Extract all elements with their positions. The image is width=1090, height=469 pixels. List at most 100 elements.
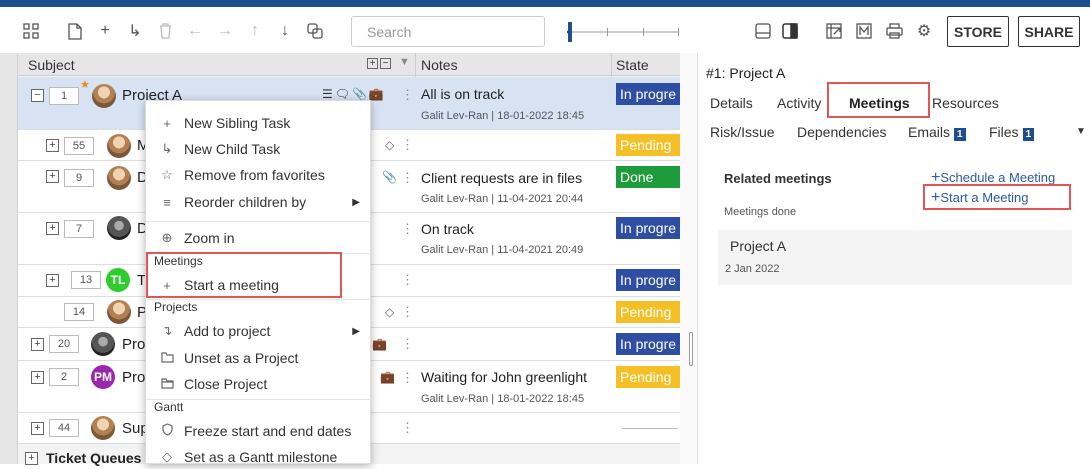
menu-item-zoom-in[interactable]: ⊕ Zoom in <box>146 226 372 250</box>
avatar <box>107 134 131 158</box>
expand-toggle[interactable]: + <box>46 170 59 183</box>
settings-icon[interactable]: ⚙ <box>913 21 935 41</box>
expand-toggle[interactable]: + <box>25 452 38 465</box>
menu-item-freeze-dates[interactable]: Freeze start and end dates <box>146 419 372 443</box>
menu-item-add-to-project[interactable]: ↴ Add to project ▶ <box>146 319 372 343</box>
back-icon[interactable]: ← <box>184 21 206 41</box>
menu-item-unset-project[interactable]: Unset as a Project <box>146 346 372 370</box>
submenu-arrow-icon: ▶ <box>352 325 360 337</box>
expand-toggle[interactable]: + <box>46 274 59 287</box>
forward-icon[interactable]: → <box>214 21 236 41</box>
tab-label: Emails <box>908 124 951 140</box>
menu-item-gantt-milestone[interactable]: ◇ Set as a Gantt milestone <box>146 445 372 469</box>
menu-item-label: Add to project <box>184 323 271 339</box>
notes-column-header[interactable]: Notes <box>421 57 458 73</box>
splitter-grip[interactable] <box>689 332 693 366</box>
expand-toggle[interactable]: + <box>46 222 59 235</box>
slider-handle[interactable] <box>568 22 572 42</box>
menu-item-new-sibling-task[interactable]: + New Sibling Task <box>146 111 372 135</box>
store-button[interactable]: STORE <box>947 16 1009 47</box>
subject-column-header[interactable]: Subject <box>28 57 75 73</box>
status-badge[interactable]: In progre <box>616 269 680 291</box>
row-id: 7 <box>64 220 94 238</box>
row-note: Waiting for John greenlight <box>421 369 588 385</box>
tab-risk-issue[interactable]: Risk/Issue <box>710 124 775 140</box>
indent-icon[interactable]: ↳ <box>124 21 146 41</box>
status-badge[interactable]: In progre <box>616 217 680 239</box>
menu-item-new-child-task[interactable]: ↳ New Child Task <box>146 137 372 161</box>
markdown-icon[interactable] <box>853 21 875 41</box>
row-subject[interactable]: Pro <box>122 369 145 386</box>
link-label: Schedule a Meeting <box>940 170 1056 185</box>
status-badge[interactable]: Pending <box>616 134 680 156</box>
tab-details[interactable]: Details <box>710 95 753 111</box>
status-badge[interactable]: In progre <box>616 333 680 355</box>
row-subject[interactable]: Pro <box>122 336 145 353</box>
row-menu-icon[interactable]: ⋮ <box>401 221 414 237</box>
related-meetings-label: Related meetings <box>724 171 832 186</box>
row-note: Client requests are in files <box>421 170 583 186</box>
new-doc-icon[interactable] <box>64 21 86 41</box>
row-menu-icon[interactable]: ⋮ <box>401 87 414 103</box>
collapse-toggle[interactable]: − <box>31 89 44 102</box>
expand-toggle[interactable]: + <box>31 338 44 351</box>
zoom-slider[interactable] <box>567 22 679 42</box>
tab-activity[interactable]: Activity <box>777 95 821 111</box>
meeting-title[interactable]: Project A <box>730 238 786 254</box>
up-icon[interactable]: ↑ <box>244 21 266 41</box>
diamond-icon: ◇ <box>162 449 172 464</box>
row-id: 55 <box>64 137 94 155</box>
row-menu-icon[interactable]: ⋮ <box>401 304 414 320</box>
menu-item-remove-from-favorites[interactable]: ☆ Remove from favorites <box>146 163 372 187</box>
add-icon[interactable]: + <box>94 21 116 41</box>
status-badge[interactable]: In progre <box>616 83 680 105</box>
tab-files[interactable]: Files 1 <box>989 124 1035 141</box>
row-menu-icon[interactable]: ⋮ <box>401 272 414 288</box>
tab-resources[interactable]: Resources <box>932 95 999 111</box>
expand-all-icon[interactable]: + <box>367 58 378 69</box>
sort-icon: ≡ <box>163 194 171 210</box>
expand-toggle[interactable]: + <box>31 422 44 435</box>
row-id: 13 <box>71 271 101 289</box>
details-panel: #1: Project A Details Activity Meetings … <box>697 53 1090 464</box>
shield-icon <box>158 423 176 439</box>
meeting-card[interactable]: Project A 2 Jan 2022 <box>718 230 1072 285</box>
folder-icon <box>158 351 176 366</box>
row-id: 1 <box>49 87 79 105</box>
row-note-meta: Galit Lev-Ran | 11-04-2021 20:49 <box>421 244 584 256</box>
state-column-header[interactable]: State <box>616 57 649 73</box>
status-badge[interactable]: Pending <box>616 301 680 323</box>
share-button[interactable]: SHARE <box>1018 16 1080 47</box>
tab-dependencies[interactable]: Dependencies <box>797 124 887 140</box>
search-input[interactable] <box>351 16 545 47</box>
row-menu-icon[interactable]: ⋮ <box>401 137 414 153</box>
delete-icon[interactable] <box>154 21 176 41</box>
tab-label: Files <box>989 124 1019 140</box>
grid-icon[interactable] <box>20 21 42 41</box>
panel-splitter[interactable] <box>680 53 697 464</box>
row-menu-icon[interactable]: ⋮ <box>401 336 414 352</box>
expand-toggle[interactable]: + <box>46 139 59 152</box>
expand-toggle[interactable]: + <box>31 371 44 384</box>
progress-line <box>622 428 678 429</box>
layout-rows-icon[interactable] <box>752 21 774 41</box>
row-menu-icon[interactable]: ⋮ <box>401 370 414 386</box>
down-icon[interactable]: ↓ <box>274 21 296 41</box>
print-icon[interactable] <box>883 21 905 41</box>
collapse-all-icon[interactable]: − <box>380 58 391 69</box>
menu-item-reorder-children[interactable]: ≡ Reorder children by ▶ <box>146 190 372 214</box>
export-icon[interactable] <box>823 21 845 41</box>
menu-item-label: Close Project <box>184 376 268 392</box>
tab-emails[interactable]: Emails 1 <box>908 124 966 141</box>
star-icon: ☆ <box>161 167 173 182</box>
menu-item-close-project[interactable]: Close Project <box>146 372 372 396</box>
copy-icon[interactable] <box>304 21 326 41</box>
row-menu-icon[interactable]: ⋮ <box>401 170 414 186</box>
milestone-diamond-icon: ◇ <box>385 138 395 152</box>
tabs-overflow-icon[interactable]: ▼ <box>1076 126 1086 137</box>
status-badge[interactable]: Pending <box>616 366 680 388</box>
filter-icon[interactable]: ▼ <box>399 56 410 68</box>
row-menu-icon[interactable]: ⋮ <box>401 420 414 436</box>
status-badge[interactable]: Done <box>616 166 680 188</box>
layout-split-icon[interactable] <box>779 21 801 41</box>
